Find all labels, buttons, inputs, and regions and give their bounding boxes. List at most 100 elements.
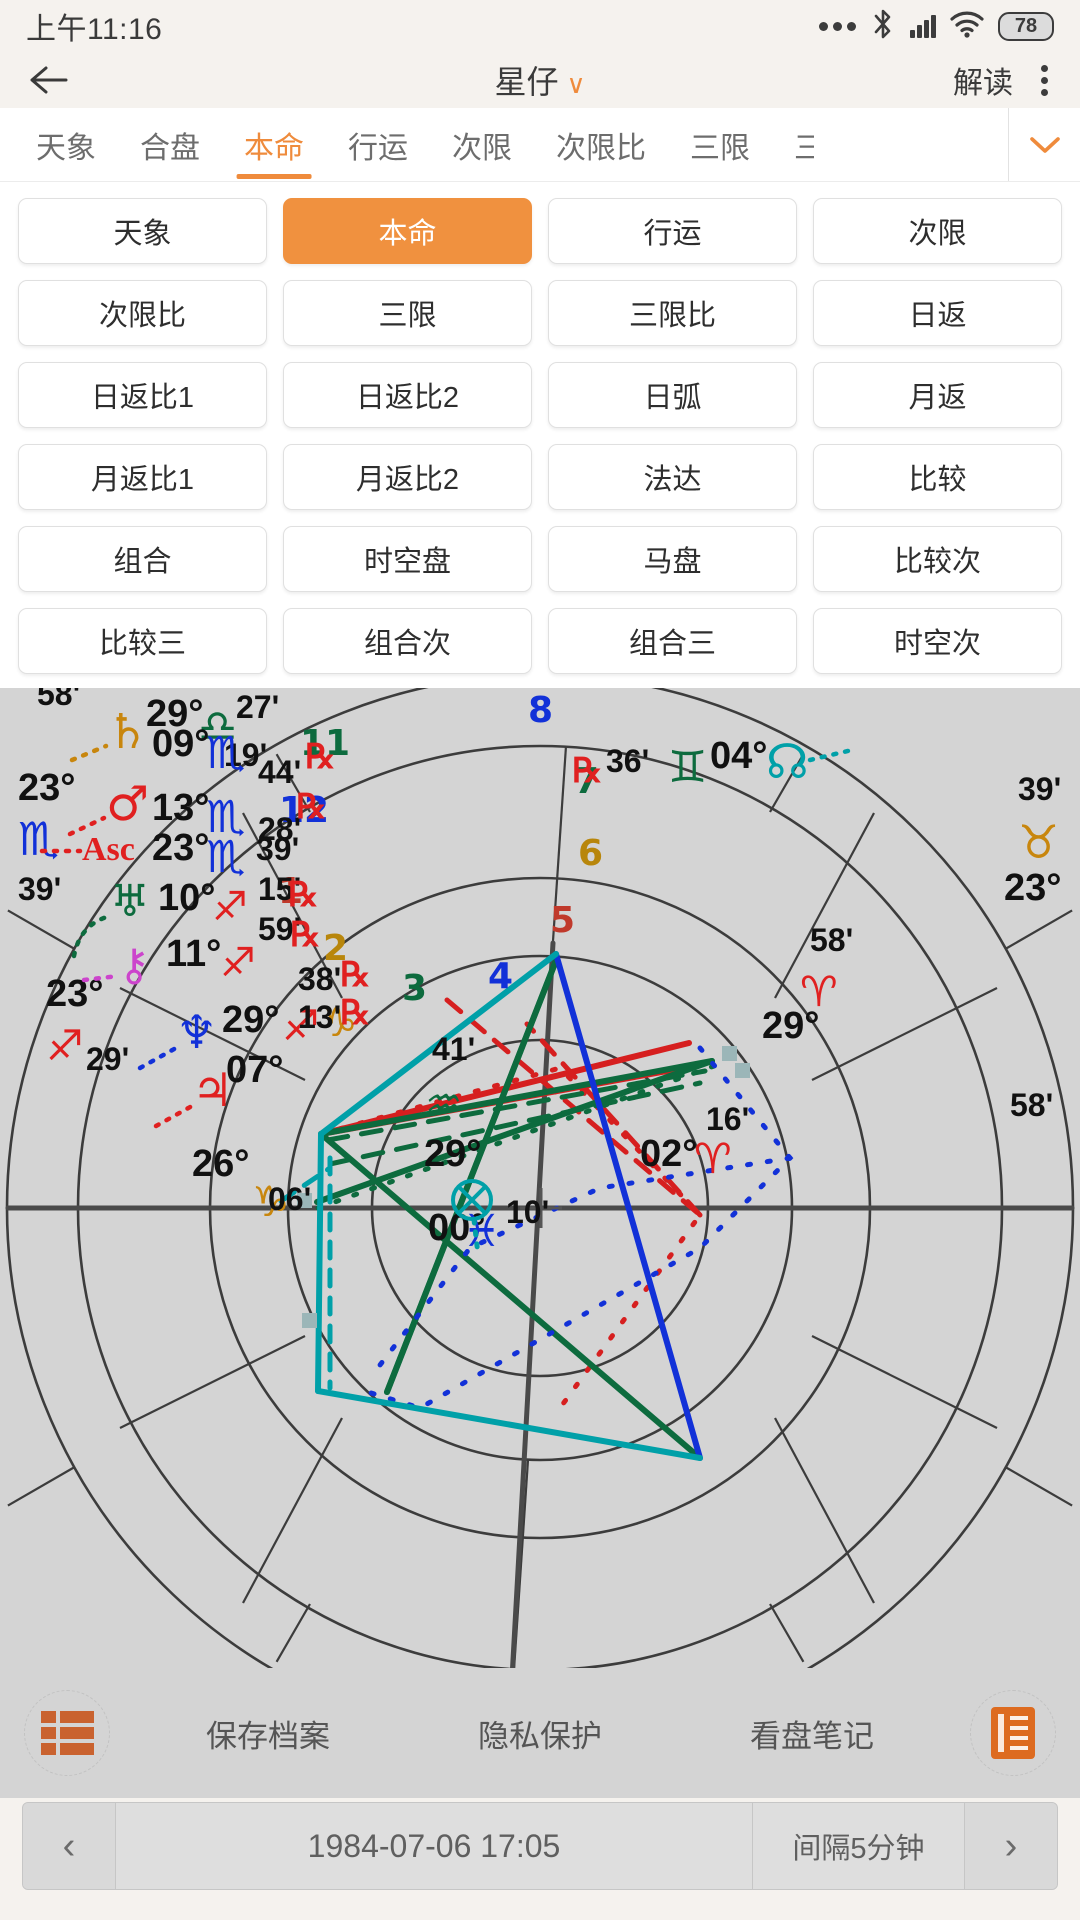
cusp-minute-cap: 06' [268,1181,311,1217]
neptune-degree: 29° [222,999,279,1041]
chart-type-button-12[interactable]: 月返比1 [18,444,267,510]
title-bar: 星仔 ∨ 解读 [0,52,1080,108]
page-title: 星仔 ∨ [0,57,1080,103]
date-stepper: ‹ 1984-07-06 17:05 间隔5分钟 › [22,1802,1058,1890]
scorpio-glyph-outer: ♏ [18,812,59,866]
chart-type-button-22[interactable]: 组合三 [548,608,797,674]
node-minute: 36' [606,743,649,779]
cusp-minute-pisces: 10' [506,1194,549,1230]
chart-type-button-21[interactable]: 组合次 [283,608,532,674]
saturn-minute: 44' [258,754,301,790]
action-link-2[interactable]: 看盘笔记 [750,1711,874,1756]
grid-list-icon[interactable] [24,1690,110,1776]
uranus-retro: ℞ [288,877,318,914]
house-number-5: 5 [550,900,575,941]
saturn-degree: 09° [152,723,209,765]
chart-type-button-13[interactable]: 月返比2 [283,444,532,510]
asc-degree-left: 23° [18,767,75,809]
chart-type-button-8[interactable]: 日返比1 [18,362,267,428]
chart-type-button-7[interactable]: 日返 [813,280,1062,346]
aries-glyph-outer: ♈ [800,967,838,1016]
notes-book-icon[interactable] [970,1690,1056,1776]
tab-7[interactable]: 三 [772,108,814,181]
status-bar: 上午11:16 78 [0,0,1080,52]
datetime-value[interactable]: 1984-07-06 17:05 [115,1803,753,1889]
tab-3[interactable]: 行运 [326,108,430,181]
chart-type-button-3[interactable]: 次限 [813,198,1062,264]
astrology-chart[interactable]: .rg{fill:none;stroke:#3c3c3c;stroke-widt… [0,688,1080,1668]
desc-minute: 39' [1018,771,1061,807]
saturn-retro: ℞ [305,739,335,776]
natal-wheel-svg: .rg{fill:none;stroke:#3c3c3c;stroke-widt… [0,688,1080,1668]
sagittarius-glyph-outer: ♐ [46,1021,84,1070]
neptune-glyph: ♆ [176,1005,217,1059]
chart-type-button-18[interactable]: 马盘 [548,526,797,592]
tab-expand-button[interactable] [1008,108,1080,181]
read-button[interactable]: 解读 [953,58,1013,102]
chart-type-button-6[interactable]: 三限比 [548,280,797,346]
chevron-down-icon[interactable]: ∨ [566,69,585,99]
asc-minute-left: 39' [18,871,61,907]
scorpio-glyph-saturn: ♏ [206,728,245,779]
chevron-left-icon[interactable]: ‹ [23,1803,115,1889]
neptune-retro: ℞ [340,957,370,994]
uranus-degree: 10° [158,877,215,919]
house-number-3: 3 [402,968,427,1009]
status-clock: 上午11:16 [26,13,163,46]
chart-type-button-11[interactable]: 月返 [813,362,1062,428]
chart-type-button-23[interactable]: 时空次 [813,608,1062,674]
back-arrow-icon[interactable] [26,58,70,102]
kebab-menu-icon[interactable] [1035,59,1054,102]
tab-5[interactable]: 次限比 [534,108,668,181]
action-links: 保存档案 隐私保护 看盘笔记 [110,1711,970,1756]
cusp-minute-sag: 29' [86,1041,129,1077]
chart-type-button-5[interactable]: 三限 [283,280,532,346]
tab-6[interactable]: 三限 [668,108,772,181]
tab-1[interactable]: 合盘 [118,108,222,181]
mars-retro: ℞ [296,789,326,826]
title-actions: 解读 [953,58,1054,102]
more-dots-icon [819,21,856,31]
chart-type-button-9[interactable]: 日返比2 [283,362,532,428]
chart-type-button-10[interactable]: 日弧 [548,362,797,428]
interval-selector[interactable]: 间隔5分钟 [753,1803,965,1889]
profile-name[interactable]: 星仔 [494,64,558,100]
chart-type-button-4[interactable]: 次限比 [18,280,267,346]
house-number-6: 6 [578,833,603,874]
chart-type-button-17[interactable]: 时空盘 [283,526,532,592]
house-number-8: 8 [528,690,553,731]
tab-0[interactable]: 天象 [14,108,118,181]
tab-scroll[interactable]: 天象 合盘 本命 行运 次限 次限比 三限三 [0,108,1008,181]
chiron-glyph: ⚷ [118,940,150,991]
battery-icon: 78 [998,11,1054,41]
tab-2[interactable]: 本命 [222,108,326,181]
chart-type-button-1[interactable]: 本命 [283,198,532,264]
desc-degree: 23° [1004,867,1061,909]
action-link-0[interactable]: 保存档案 [206,1711,330,1756]
cusp-minute-libra: 27' [236,689,279,725]
chart-type-button-2[interactable]: 行运 [548,198,797,264]
aquarius-glyph: ♒ [425,1079,463,1128]
chart-type-button-15[interactable]: 比较 [813,444,1062,510]
node-retro: ℞ [572,753,602,790]
chart-type-button-14[interactable]: 法达 [548,444,797,510]
cusp-degree-cap: 26° [192,1143,249,1185]
house-number-4: 4 [488,956,513,997]
scorpio-glyph-asc: ♏ [206,832,245,883]
action-link-1[interactable]: 隐私保护 [478,1711,602,1756]
pisces-glyph-outer: ♓ [462,1206,501,1257]
chiron-retro: ℞ [290,917,320,954]
chevron-right-icon[interactable]: › [965,1803,1057,1889]
chart-type-button-16[interactable]: 组合 [18,526,267,592]
asc-label: Asc [82,831,135,868]
tab-4[interactable]: 次限 [430,108,534,181]
chart-type-button-19[interactable]: 比较次 [813,526,1062,592]
sagittarius-glyph-chiron: ♐ [220,940,256,986]
chart-type-button-20[interactable]: 比较三 [18,608,267,674]
notes-book-glyph [991,1707,1035,1759]
chart-type-button-0[interactable]: 天象 [18,198,267,264]
asc-degree: 23° [152,827,209,869]
action-bar: 保存档案 隐私保护 看盘笔记 [0,1668,1080,1798]
sagittarius-glyph-uranus: ♐ [212,884,248,930]
signal-icon [910,14,936,38]
